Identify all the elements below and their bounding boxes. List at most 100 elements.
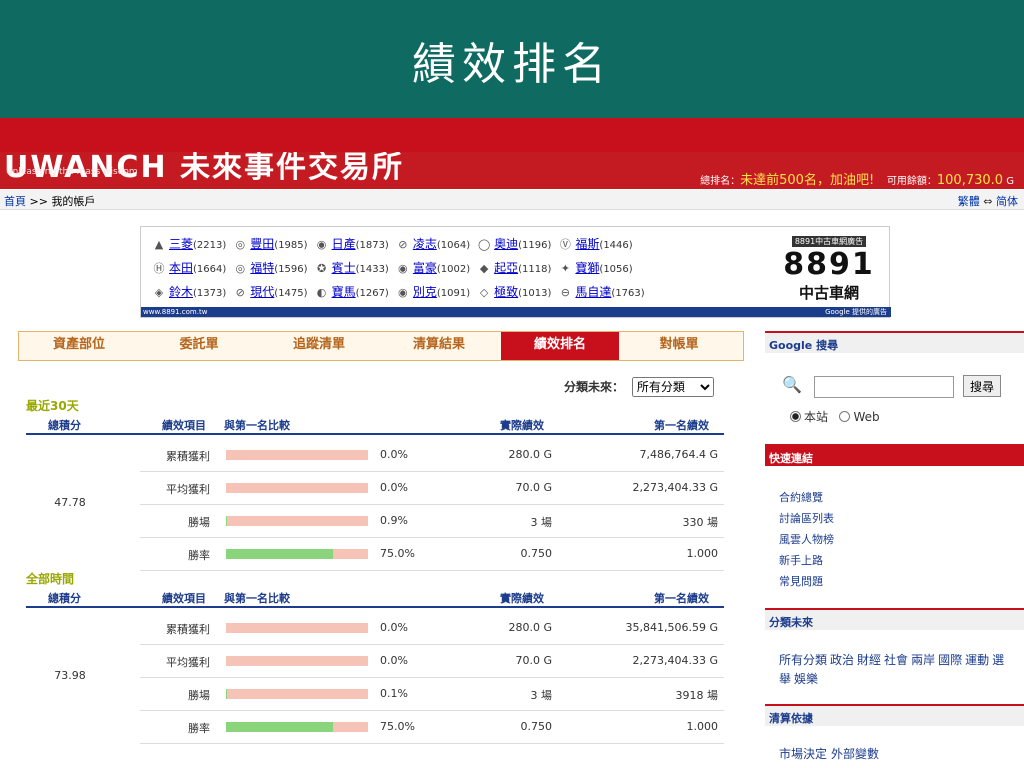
col-first: 第一名績效 <box>654 592 709 605</box>
category-link[interactable]: 政治 <box>830 653 854 667</box>
car-brand-name[interactable]: 寶馬 <box>332 285 356 299</box>
car-brand-link[interactable]: ▲ 三菱(2213) <box>151 233 227 257</box>
quick-link[interactable]: 風雲人物榜 <box>779 529 834 550</box>
car-logo-icon: ⊘ <box>235 286 245 299</box>
tab-2[interactable]: 追蹤清單 <box>259 332 379 360</box>
car-brand-link[interactable]: ◇ 極致(1013) <box>476 281 552 305</box>
section-title: 全部時間 <box>26 572 75 586</box>
car-brand-name[interactable]: 凌志 <box>413 237 437 251</box>
car-brand-link[interactable]: ◉ 富豪(1002) <box>395 257 470 281</box>
lang-traditional-link[interactable]: 繁體 <box>958 195 980 208</box>
car-brand-name[interactable]: 賓士 <box>332 261 356 275</box>
quick-link[interactable]: 合約總覽 <box>779 487 834 508</box>
category-link[interactable]: 運動 <box>965 653 989 667</box>
ad-side-tag: 8891中古車網廣告 <box>791 236 867 247</box>
table-row: 累積獲利 0.0% 280.0 G 35,841,506.59 G <box>140 612 724 645</box>
category-select[interactable]: 所有分類 <box>631 377 714 397</box>
google-search-header: Google 搜尋 <box>765 331 1024 353</box>
car-brand-name[interactable]: 富豪 <box>413 261 437 275</box>
car-brand-name[interactable]: 現代 <box>250 285 274 299</box>
car-brand-name[interactable]: 極致 <box>494 285 518 299</box>
car-brand-name[interactable]: 福斯 <box>575 237 599 251</box>
category-link[interactable]: 社會 <box>884 653 908 667</box>
car-ad-banner[interactable]: ▲ 三菱(2213) ◎ 豐田(1985) ◉ 日產(1873) ⊘ 凌志(1064) ◯ 奧迪(… <box>140 226 891 318</box>
car-brand-link[interactable]: ⊘ 凌志(1064) <box>395 233 470 257</box>
car-brand-name[interactable]: 起亞 <box>494 261 518 275</box>
car-brand-name[interactable]: 日產 <box>332 237 356 251</box>
total-score: 73.98 <box>54 669 86 682</box>
compare-bar <box>226 483 368 493</box>
radio-web[interactable] <box>839 411 851 422</box>
car-brand-count: (1373) <box>193 288 227 299</box>
car-brand-link[interactable]: ⊖ 馬自達(1763) <box>557 281 645 305</box>
car-brand-name[interactable]: 豐田 <box>250 237 274 251</box>
row-actual: 3 場 <box>530 516 553 529</box>
category-link[interactable]: 娛樂 <box>794 672 818 686</box>
ad-footer-attribution[interactable]: Google 提供的廣告 <box>825 307 887 317</box>
car-brand-link[interactable]: ◐ 寶馬(1267) <box>314 281 389 305</box>
rank-info: 總排名：未達前500名，加油吧! 可用餘額：100,730.0 G <box>700 169 1014 188</box>
car-brand-link[interactable]: ✪ 賓士(1433) <box>314 257 389 281</box>
category-link[interactable]: 兩岸 <box>911 653 935 667</box>
car-brand-name[interactable]: 福特 <box>250 261 274 275</box>
tab-4[interactable]: 績效排名 <box>501 332 619 360</box>
car-logo-icon: ◈ <box>154 286 164 299</box>
car-brand-link[interactable]: ◎ 豐田(1985) <box>232 233 307 257</box>
car-brand-link[interactable]: Ⓥ 福斯(1446) <box>557 233 633 257</box>
car-brand-name[interactable]: 鈴木 <box>169 285 193 299</box>
row-percent: 0.1% <box>380 687 408 700</box>
ad-footer: www.8891.com.tw Google 提供的廣告 <box>141 307 891 317</box>
basis-link[interactable]: 市場決定 <box>779 747 827 761</box>
row-actual: 70.0 G <box>515 481 552 494</box>
row-percent: 0.0% <box>380 654 408 667</box>
tab-0[interactable]: 資產部位 <box>19 332 139 360</box>
quick-link[interactable]: 討論區列表 <box>779 508 834 529</box>
car-brand-link[interactable]: ⊘ 現代(1475) <box>232 281 308 305</box>
search-button[interactable]: 搜尋 <box>963 375 1001 397</box>
car-brand-link[interactable]: ◉ 日產(1873) <box>314 233 389 257</box>
car-logo-icon: ◆ <box>479 262 489 275</box>
breadcrumb-home-link[interactable]: 首頁 <box>4 195 26 208</box>
row-first: 330 場 <box>682 516 719 529</box>
car-brand-link[interactable]: ◎ 福特(1596) <box>232 257 307 281</box>
car-brand-link[interactable]: ◯ 奧迪(1196) <box>476 233 551 257</box>
car-brand-link[interactable]: ◉ 別克(1091) <box>395 281 470 305</box>
compare-bar <box>226 689 368 699</box>
category-link[interactable]: 財經 <box>857 653 881 667</box>
car-brand-count: (1664) <box>193 264 227 275</box>
car-logo-icon: ◇ <box>479 286 489 299</box>
ad-row: ◈ 鈴木(1373) ⊘ 現代(1475) ◐ 寶馬(1267) ◉ 別克(1091) ◇ 極致(… <box>151 281 651 305</box>
category-link[interactable]: 國際 <box>938 653 962 667</box>
basis-header: 清算依據 <box>765 704 1024 726</box>
site-tagline: Unleashing the mass wisdom <box>6 167 138 177</box>
car-brand-name[interactable]: 別克 <box>413 285 437 299</box>
car-brand-count: (1596) <box>274 264 308 275</box>
car-brand-name[interactable]: 三菱 <box>169 237 193 251</box>
row-actual: 0.750 <box>520 547 553 560</box>
car-brand-name[interactable]: 寶獅 <box>575 261 599 275</box>
tab-1[interactable]: 委託單 <box>139 332 259 360</box>
car-brand-link[interactable]: Ⓗ 本田(1664) <box>151 257 227 281</box>
quick-link[interactable]: 常見問題 <box>779 571 834 592</box>
car-brand-link[interactable]: ◈ 鈴木(1373) <box>151 281 227 305</box>
tab-5[interactable]: 對帳單 <box>619 332 739 360</box>
filter-label: 分類未來： <box>564 380 625 394</box>
car-brand-link[interactable]: ✦ 寶獅(1056) <box>557 257 633 281</box>
quick-links-list: 合約總覽 討論區列表 風雲人物榜 新手上路 常見問題 <box>779 487 834 592</box>
car-brand-name[interactable]: 奧迪 <box>494 237 518 251</box>
car-brand-count: (1002) <box>436 264 471 275</box>
category-link[interactable]: 所有分類 <box>779 653 827 667</box>
ad-side-logo[interactable]: 8891中古車網廣告 8891 中古車網 <box>773 229 885 303</box>
car-brand-name[interactable]: 本田 <box>169 261 193 275</box>
car-brand-name[interactable]: 馬自達 <box>575 285 611 299</box>
basis-link[interactable]: 外部變數 <box>831 747 879 761</box>
table-row: 平均獲利 0.0% 70.0 G 2,273,404.33 G <box>140 472 724 505</box>
quick-link[interactable]: 新手上路 <box>779 550 834 571</box>
car-brand-link[interactable]: ◆ 起亞(1118) <box>476 257 552 281</box>
search-input[interactable] <box>814 376 954 398</box>
basis-title: 清算依據 <box>769 712 813 725</box>
tab-3[interactable]: 清算結果 <box>379 332 499 360</box>
radio-site[interactable] <box>790 411 801 422</box>
car-brand-grid: ▲ 三菱(2213) ◎ 豐田(1985) ◉ 日產(1873) ⊘ 凌志(1064) ◯ 奧迪(… <box>151 233 651 305</box>
lang-simplified-link[interactable]: 简体 <box>996 195 1018 208</box>
